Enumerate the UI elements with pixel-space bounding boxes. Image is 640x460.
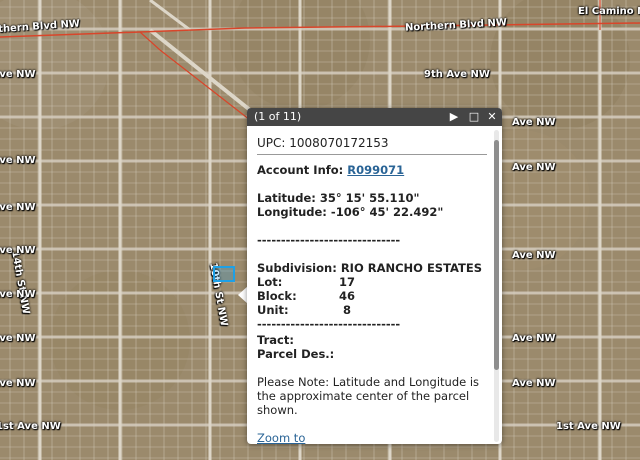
popup-header: (1 of 11) ▶ □ ✕: [247, 108, 502, 126]
street-label: El Camino NE: [578, 6, 640, 17]
block-value: 46: [339, 289, 356, 303]
coordinate-note: Please Note: Latitude and Longitude is t…: [257, 375, 480, 417]
street-label: 1st Ave NW: [0, 421, 61, 432]
street-label: Ave NW: [0, 289, 36, 300]
longitude-value: -106° 45' 22.492": [330, 205, 444, 219]
close-button[interactable]: ✕: [484, 108, 500, 126]
street-label: 1st Ave NW: [556, 421, 621, 432]
subdivision-label: Subdivision:: [257, 261, 337, 275]
lot-row: Lot: 17: [257, 275, 484, 289]
subdivision-value: RIO RANCHO ESTATES: [340, 261, 483, 275]
popup-content: UPC: 1008070172153 Account Info: R099071…: [247, 126, 502, 444]
street-label: Ave NW: [0, 333, 36, 344]
popup-scrollbar[interactable]: [494, 130, 499, 442]
street-label: Ave NW: [512, 162, 556, 173]
block-label: Block:: [257, 289, 297, 303]
zoom-to-link[interactable]: Zoom to: [257, 431, 484, 444]
upc-value: 1008070172153: [289, 136, 389, 150]
account-row: Account Info: R099071: [257, 163, 484, 177]
street-label: Ave NW: [512, 333, 556, 344]
account-label: Account Info:: [257, 163, 344, 177]
selected-parcel-highlight[interactable]: [213, 266, 235, 282]
popup-scroll-thumb[interactable]: [494, 140, 499, 370]
lot-label: Lot:: [257, 275, 283, 289]
lot-value: 17: [339, 275, 356, 289]
street-label: Ave NW: [0, 155, 36, 166]
street-label: 9th Ave NW: [424, 69, 490, 80]
dash-separator: ------------------------------: [257, 317, 401, 331]
account-link[interactable]: R099071: [347, 163, 404, 177]
unit-label: Unit:: [257, 303, 289, 317]
street-label: Ave NW: [0, 202, 36, 213]
upc-row: UPC: 1008070172153: [257, 136, 484, 150]
street-label: Ave NW: [0, 245, 36, 256]
street-label: Ave NW: [0, 69, 36, 80]
block-row: Block: 46: [257, 289, 484, 303]
latitude-label: Latitude:: [257, 191, 316, 205]
divider: [257, 154, 487, 155]
parcel-info-popup: (1 of 11) ▶ □ ✕ UPC: 1008070172153 Accou…: [247, 108, 502, 444]
street-label: Ave NW: [0, 378, 36, 389]
subdivision-row: Subdivision: RIO RANCHO ESTATES: [257, 261, 484, 275]
dash-separator: ------------------------------: [257, 233, 401, 247]
longitude-label: Longitude:: [257, 205, 327, 219]
unit-value: 8: [343, 303, 352, 317]
street-label: Ave NW: [512, 378, 556, 389]
unit-row: Unit: 8: [257, 303, 484, 317]
maximize-button[interactable]: □: [466, 108, 482, 126]
parcel-description-label: Parcel Des.:: [257, 347, 335, 361]
longitude-row: Longitude: -106° 45' 22.492": [257, 205, 484, 219]
tract-label: Tract:: [257, 333, 294, 347]
next-result-button[interactable]: ▶: [446, 108, 462, 126]
latitude-row: Latitude: 35° 15' 55.110": [257, 191, 484, 205]
street-label: Ave NW: [512, 250, 556, 261]
latitude-value: 35° 15' 55.110": [319, 191, 420, 205]
street-label: Ave NW: [512, 117, 556, 128]
result-counter: (1 of 11): [254, 110, 302, 123]
upc-label: UPC:: [257, 136, 286, 150]
